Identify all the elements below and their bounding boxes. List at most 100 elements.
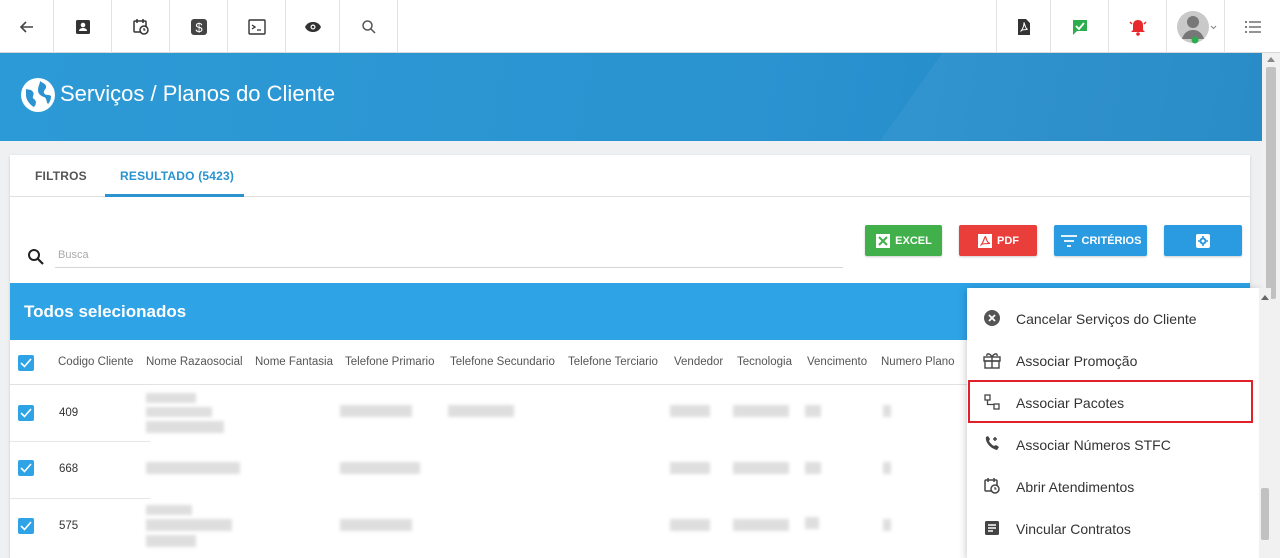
- redacted-cell: [805, 517, 819, 529]
- chat-check-icon: [1072, 19, 1087, 35]
- search-toolbar-button[interactable]: [340, 0, 398, 53]
- document-icon: [982, 518, 1002, 538]
- redacted-cell: [670, 462, 710, 474]
- column-header[interactable]: Telefone Terciario: [568, 356, 658, 368]
- schedule-button[interactable]: [112, 0, 170, 53]
- list-menu-button[interactable]: [1224, 0, 1280, 53]
- globe-icon: [21, 78, 55, 112]
- menu-item-associar-promocao[interactable]: Associar Promoção: [967, 339, 1259, 381]
- column-header[interactable]: Telefone Primario: [345, 356, 434, 368]
- column-header[interactable]: Vendedor: [674, 356, 723, 368]
- menu-item-label: Cancelar Serviços do Cliente: [1016, 311, 1197, 327]
- cell-codigo: 668: [59, 463, 79, 475]
- view-button[interactable]: [286, 0, 340, 53]
- column-header[interactable]: Vencimento: [807, 356, 867, 368]
- menu-item-vincular-contratos[interactable]: Vincular Contratos: [967, 507, 1259, 549]
- check-icon: [20, 463, 32, 473]
- row-checkbox[interactable]: [18, 460, 34, 476]
- redacted-cell: [448, 405, 514, 417]
- dollar-icon: $: [190, 18, 207, 35]
- redacted-cell: [146, 462, 240, 474]
- scroll-up-arrow-icon[interactable]: [1267, 57, 1275, 62]
- menu-scrollbar[interactable]: [1259, 288, 1271, 558]
- gear-icon: [1196, 233, 1210, 248]
- contact-button[interactable]: [54, 0, 112, 53]
- check-icon: [20, 521, 32, 531]
- settings-button[interactable]: [1164, 225, 1242, 256]
- filter-icon: [1060, 234, 1077, 247]
- redacted-cell: [883, 405, 891, 417]
- redacted-cell: [883, 462, 891, 474]
- redacted-cell: [340, 462, 420, 474]
- redacted-cell: [805, 462, 821, 474]
- tab-resultado[interactable]: RESULTADO (5423): [120, 169, 234, 183]
- header-decoration: [829, 53, 1262, 141]
- pdf-button-label: PDF: [997, 234, 1019, 247]
- row-checkbox[interactable]: [18, 518, 34, 534]
- redacted-cell: [146, 505, 192, 515]
- menu-item-label: Abrir Atendimentos: [1016, 479, 1135, 495]
- alarm-bell-icon: [1128, 19, 1147, 36]
- pdf-icon: [978, 233, 992, 248]
- menu-item-label: Associar Promoção: [1016, 353, 1138, 369]
- criterios-button-label: CRITÉRIOS: [1081, 234, 1142, 247]
- eye-icon: [304, 21, 321, 32]
- select-all-checkbox[interactable]: [18, 355, 34, 371]
- column-header[interactable]: Nome Fantasia: [255, 356, 333, 368]
- excel-button-label: EXCEL: [895, 234, 932, 247]
- search-icon: [361, 19, 376, 34]
- top-toolbar: $: [0, 0, 1280, 53]
- pdf-icon: [1017, 18, 1030, 35]
- terminal-button[interactable]: [228, 0, 286, 53]
- column-header[interactable]: Telefone Secundario: [450, 356, 555, 368]
- redacted-cell: [883, 519, 891, 531]
- redacted-cell: [733, 405, 789, 417]
- redacted-cell: [146, 535, 196, 547]
- terminal-icon: [247, 18, 266, 35]
- list-menu-icon: [1244, 20, 1261, 33]
- context-menu: Cancelar Serviços do Cliente Associar Pr…: [967, 288, 1259, 558]
- back-arrow-icon: [19, 20, 33, 33]
- contact-card-icon: [75, 19, 90, 34]
- column-header[interactable]: Codigo Cliente: [58, 356, 133, 368]
- column-header[interactable]: Numero Plano: [881, 356, 955, 368]
- phone-forward-icon: [982, 434, 1002, 454]
- alarm-button[interactable]: [1108, 0, 1166, 53]
- calendar-clock-icon: [132, 18, 149, 35]
- menu-item-highlight: [968, 380, 1253, 423]
- menu-item-associar-numeros-stfc[interactable]: Associar Números STFC: [967, 423, 1259, 465]
- active-tab-indicator: [105, 194, 244, 197]
- finance-button[interactable]: $: [170, 0, 228, 53]
- redacted-cell: [340, 405, 412, 417]
- menu-item-cancelar-servicos[interactable]: Cancelar Serviços do Cliente: [967, 297, 1259, 339]
- selection-title: Todos selecionados: [24, 302, 187, 321]
- tab-filtros[interactable]: FILTROS: [35, 169, 87, 183]
- chat-button[interactable]: [1050, 0, 1108, 53]
- page-scrollbar-thumb[interactable]: [1266, 67, 1276, 299]
- row-checkbox[interactable]: [18, 405, 34, 421]
- cancel-circle-icon: [982, 308, 1002, 328]
- redacted-cell: [670, 519, 710, 531]
- redacted-cell: [670, 405, 710, 417]
- column-header[interactable]: Nome Razaosocial: [146, 356, 243, 368]
- pdf-toolbar-button[interactable]: [996, 0, 1050, 53]
- menu-item-label: Vincular Contratos: [1016, 521, 1131, 537]
- excel-button[interactable]: EXCEL: [865, 225, 942, 256]
- back-button[interactable]: [0, 0, 54, 53]
- redacted-cell: [146, 421, 224, 433]
- pdf-button[interactable]: PDF: [959, 225, 1037, 256]
- check-icon: [20, 358, 32, 368]
- redacted-cell: [340, 519, 412, 531]
- criterios-button[interactable]: CRITÉRIOS: [1054, 225, 1147, 256]
- column-header[interactable]: Tecnologia: [737, 356, 792, 368]
- calendar-clock-icon: [982, 476, 1002, 496]
- cell-codigo: 575: [59, 520, 79, 532]
- search-input[interactable]: [55, 243, 843, 268]
- menu-scrollbar-thumb[interactable]: [1261, 488, 1269, 540]
- menu-item-label: Associar Números STFC: [1016, 437, 1171, 453]
- user-menu-button[interactable]: [1166, 0, 1224, 53]
- redacted-cell: [146, 393, 196, 403]
- tab-bar: FILTROS RESULTADO (5423): [10, 155, 1250, 197]
- scroll-up-arrow-icon[interactable]: [1261, 295, 1269, 300]
- menu-item-abrir-atendimentos[interactable]: Abrir Atendimentos: [967, 465, 1259, 507]
